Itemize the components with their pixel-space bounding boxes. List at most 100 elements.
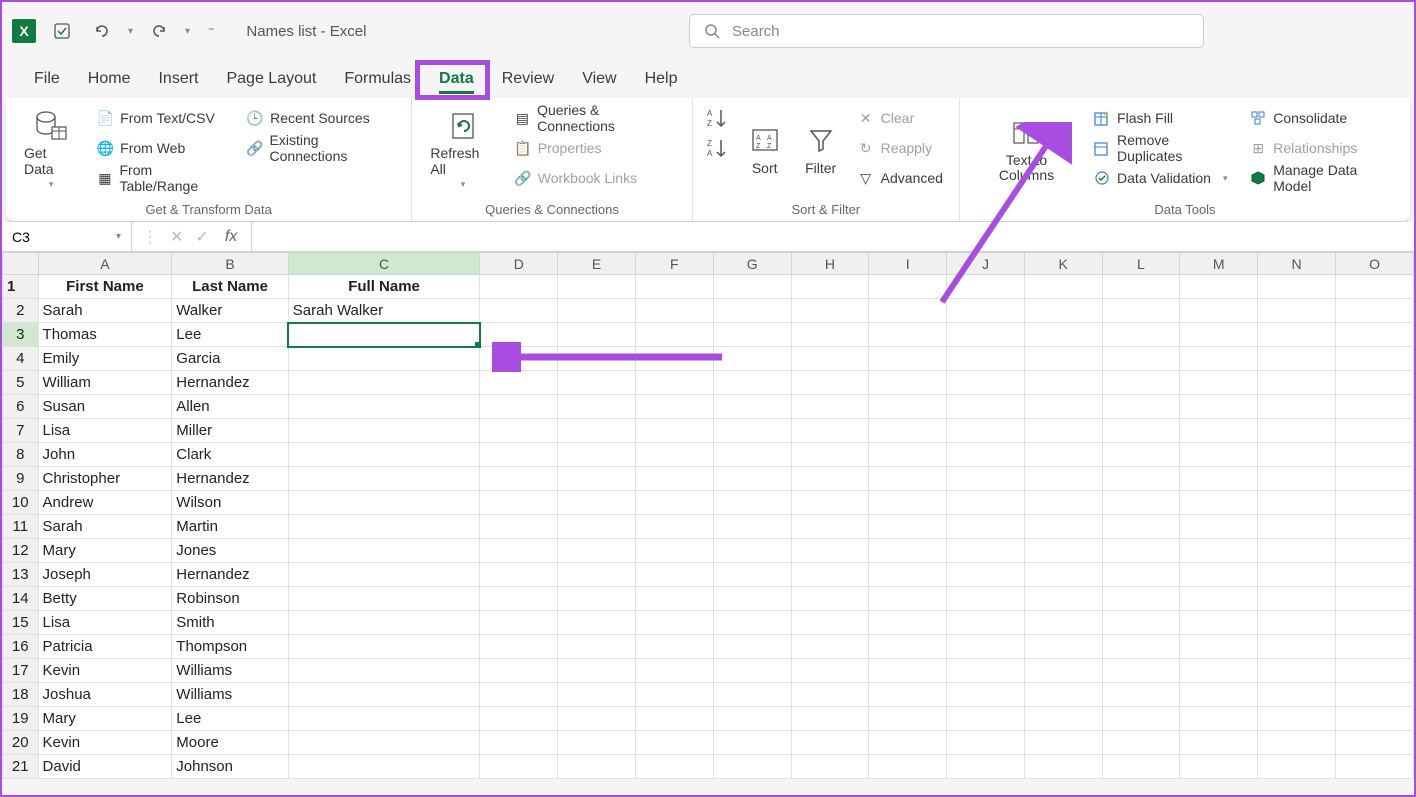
cell-L16[interactable] (1102, 635, 1180, 659)
cell-I20[interactable] (869, 731, 947, 755)
cell-N9[interactable] (1258, 467, 1336, 491)
cell-K19[interactable] (1024, 707, 1102, 731)
cell-L8[interactable] (1102, 443, 1180, 467)
cell-L11[interactable] (1102, 515, 1180, 539)
from-table-button[interactable]: ▦From Table/Range (90, 164, 236, 192)
cell-F21[interactable] (635, 755, 713, 779)
cell-H1[interactable] (791, 275, 869, 299)
cell-L15[interactable] (1102, 611, 1180, 635)
cell-B11[interactable]: Martin (172, 515, 288, 539)
tab-data[interactable]: Data (425, 62, 488, 96)
cell-E13[interactable] (558, 563, 636, 587)
cell-L13[interactable] (1102, 563, 1180, 587)
cell-I11[interactable] (869, 515, 947, 539)
cell-A10[interactable]: Andrew (38, 491, 172, 515)
consolidate-button[interactable]: Consolidate (1243, 104, 1400, 132)
cell-J15[interactable] (947, 611, 1025, 635)
cell-N3[interactable] (1258, 323, 1336, 347)
cell-J9[interactable] (947, 467, 1025, 491)
cell-F16[interactable] (635, 635, 713, 659)
cell-C9[interactable] (288, 467, 480, 491)
cell-G8[interactable] (713, 443, 791, 467)
from-text-csv-button[interactable]: 📄From Text/CSV (90, 104, 236, 132)
row-header-18[interactable]: 18 (3, 683, 39, 707)
cell-A9[interactable]: Christopher (38, 467, 172, 491)
cell-A12[interactable]: Mary (38, 539, 172, 563)
cell-O8[interactable] (1336, 443, 1414, 467)
cell-E2[interactable] (558, 299, 636, 323)
cell-G1[interactable] (713, 275, 791, 299)
cell-M14[interactable] (1180, 587, 1258, 611)
cell-N5[interactable] (1258, 371, 1336, 395)
cell-I17[interactable] (869, 659, 947, 683)
excel-app-icon[interactable]: X (12, 19, 36, 43)
cell-O3[interactable] (1336, 323, 1414, 347)
cell-B18[interactable]: Williams (172, 683, 288, 707)
cell-O14[interactable] (1336, 587, 1414, 611)
cell-D11[interactable] (480, 515, 558, 539)
cell-G12[interactable] (713, 539, 791, 563)
data-validation-button[interactable]: Data Validation▾ (1087, 164, 1239, 192)
cell-N20[interactable] (1258, 731, 1336, 755)
relationships-button[interactable]: ⊞Relationships (1243, 134, 1400, 162)
cell-F7[interactable] (635, 419, 713, 443)
cell-B9[interactable]: Hernandez (172, 467, 288, 491)
column-header-E[interactable]: E (558, 253, 636, 275)
column-header-D[interactable]: D (480, 253, 558, 275)
reapply-button[interactable]: ↻Reapply (851, 134, 949, 162)
row-header-2[interactable]: 2 (3, 299, 39, 323)
cell-M18[interactable] (1180, 683, 1258, 707)
cell-M8[interactable] (1180, 443, 1258, 467)
cell-N10[interactable] (1258, 491, 1336, 515)
cell-C4[interactable] (288, 347, 480, 371)
row-header-20[interactable]: 20 (3, 731, 39, 755)
tab-formulas[interactable]: Formulas (330, 62, 425, 96)
cell-L1[interactable] (1102, 275, 1180, 299)
cell-I19[interactable] (869, 707, 947, 731)
cancel-icon[interactable]: ✕ (166, 227, 187, 247)
cell-F13[interactable] (635, 563, 713, 587)
get-data-button[interactable]: Get Data ▾ (16, 104, 86, 194)
cell-O2[interactable] (1336, 299, 1414, 323)
cell-O16[interactable] (1336, 635, 1414, 659)
workbook-links-button[interactable]: 🔗Workbook Links (508, 164, 682, 192)
column-header-G[interactable]: G (713, 253, 791, 275)
qat-more[interactable]: ⁼ (208, 24, 214, 38)
cell-E4[interactable] (558, 347, 636, 371)
cell-I13[interactable] (869, 563, 947, 587)
cell-J16[interactable] (947, 635, 1025, 659)
row-header-16[interactable]: 16 (3, 635, 39, 659)
cell-B7[interactable]: Miller (172, 419, 288, 443)
cell-F1[interactable] (635, 275, 713, 299)
cell-C12[interactable] (288, 539, 480, 563)
cell-H20[interactable] (791, 731, 869, 755)
cell-E17[interactable] (558, 659, 636, 683)
cell-C8[interactable] (288, 443, 480, 467)
row-header-8[interactable]: 8 (3, 443, 39, 467)
row-header-14[interactable]: 14 (3, 587, 39, 611)
cell-L3[interactable] (1102, 323, 1180, 347)
row-header-12[interactable]: 12 (3, 539, 39, 563)
cell-H4[interactable] (791, 347, 869, 371)
cell-M6[interactable] (1180, 395, 1258, 419)
cell-D14[interactable] (480, 587, 558, 611)
column-header-N[interactable]: N (1258, 253, 1336, 275)
cell-G21[interactable] (713, 755, 791, 779)
cell-J18[interactable] (947, 683, 1025, 707)
cell-F8[interactable] (635, 443, 713, 467)
cell-I8[interactable] (869, 443, 947, 467)
cell-M15[interactable] (1180, 611, 1258, 635)
cell-E1[interactable] (558, 275, 636, 299)
cell-H21[interactable] (791, 755, 869, 779)
cell-K5[interactable] (1024, 371, 1102, 395)
cell-N2[interactable] (1258, 299, 1336, 323)
cell-D3[interactable] (480, 323, 558, 347)
cell-C18[interactable] (288, 683, 480, 707)
cell-I9[interactable] (869, 467, 947, 491)
cell-M9[interactable] (1180, 467, 1258, 491)
cell-H17[interactable] (791, 659, 869, 683)
cell-D5[interactable] (480, 371, 558, 395)
cell-K11[interactable] (1024, 515, 1102, 539)
cell-L17[interactable] (1102, 659, 1180, 683)
row-header-11[interactable]: 11 (3, 515, 39, 539)
